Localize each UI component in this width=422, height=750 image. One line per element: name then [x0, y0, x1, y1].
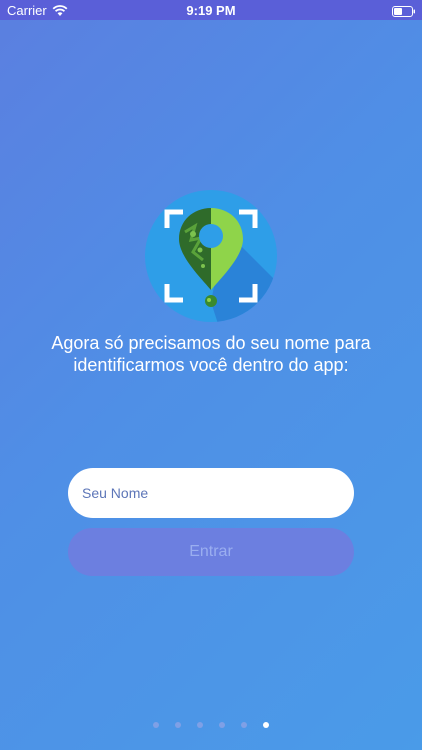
battery-icon — [392, 4, 415, 17]
name-input[interactable] — [68, 468, 354, 518]
page-dot[interactable] — [241, 722, 247, 728]
page-dot[interactable] — [219, 722, 225, 728]
intro-message-line-1: Agora só precisamos do seu nome para — [51, 333, 371, 353]
status-bar: Carrier 9:19 PM — [0, 0, 422, 20]
app-logo — [145, 190, 277, 322]
page-dot[interactable] — [175, 722, 181, 728]
enter-button[interactable]: Entrar — [68, 528, 354, 576]
page-dot[interactable] — [197, 722, 203, 728]
page-dot-active[interactable] — [263, 722, 269, 728]
clock: 9:19 PM — [186, 3, 236, 18]
page-dot[interactable] — [153, 722, 159, 728]
page-indicator — [0, 722, 422, 728]
intro-message-line-2: identificarmos você dentro do app: — [73, 355, 349, 375]
intro-message: Agora só precisamos do seu nome para ide… — [20, 332, 402, 376]
